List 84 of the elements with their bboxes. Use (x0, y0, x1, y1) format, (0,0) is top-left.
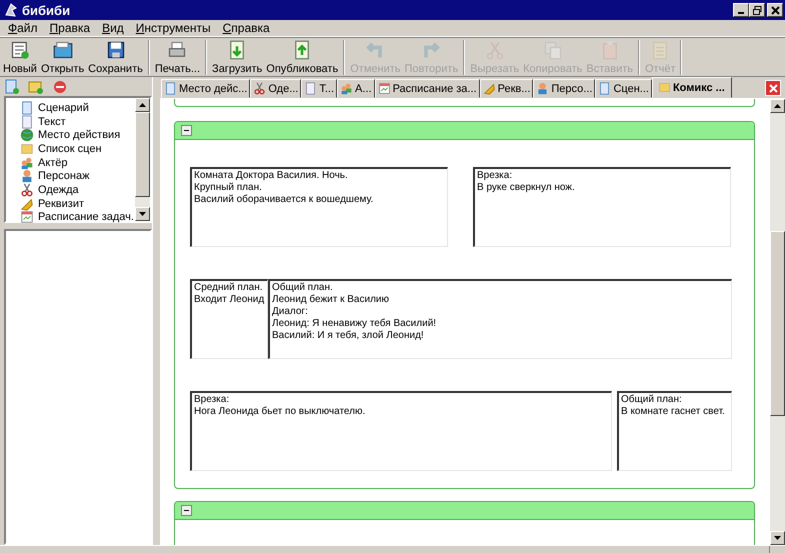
tab[interactable]: А... (337, 79, 375, 98)
document-icon (304, 82, 318, 95)
scroll-down-button[interactable] (770, 531, 785, 545)
tree-item[interactable]: Одежда (20, 183, 135, 197)
frame-text: Врезка: Нога Леонида бьет по выключателю. (194, 394, 366, 418)
tab[interactable]: Сцен... (595, 79, 652, 98)
tree-item[interactable]: Список сцен (20, 142, 135, 156)
copy-icon (542, 40, 563, 60)
globe-icon (20, 128, 34, 142)
tree-item[interactable]: Реквизит (20, 196, 135, 210)
menu-item[interactable]: Файл (2, 21, 44, 35)
tree-item[interactable]: Актёр (20, 156, 135, 170)
scroll-up-button[interactable] (135, 98, 150, 112)
window-title: бибиби (22, 2, 72, 18)
minimize-button[interactable] (733, 3, 749, 17)
scrollbar[interactable] (770, 99, 785, 545)
list-icon (658, 81, 671, 94)
scroll-thumb[interactable] (770, 231, 785, 416)
toolbar-button[interactable]: Открыть (38, 40, 86, 75)
menu-item[interactable]: Вид (96, 21, 130, 35)
menu-item[interactable]: Справка (216, 21, 276, 35)
frame-text: Общий план. Леонид бежит к Василию Диалог: Леонид: Я ненавижу тебя Василий! Василий: И я тебя, злой Леонид! (272, 282, 438, 342)
calendar-icon (378, 82, 391, 95)
close-button[interactable] (767, 3, 783, 17)
person-icon (20, 169, 34, 184)
frame-text: Комната Доктора Василия. Ночь. Крупный план. Василий оборачивается к вошедшему. (194, 170, 374, 206)
tree-item[interactable]: Текст (20, 114, 135, 128)
people-icon (20, 156, 34, 170)
script-icon (20, 100, 34, 115)
up-arrow-icon (774, 104, 781, 108)
document-icon (20, 114, 34, 129)
minimize-icon (738, 12, 744, 14)
person-icon (536, 82, 550, 95)
close-icon (768, 82, 778, 94)
tab[interactable]: Персо... (533, 79, 596, 98)
down-arrow-icon (139, 212, 146, 216)
frame-text: Общий план: В комнате гаснет свет. (621, 394, 726, 418)
tree-item[interactable]: Место действия (20, 128, 135, 142)
scroll-up-button[interactable] (770, 99, 785, 113)
scroll-thumb[interactable] (135, 112, 150, 197)
tab[interactable]: Расписание за... (374, 79, 480, 98)
people-icon (340, 82, 354, 95)
scissors-icon (20, 182, 34, 197)
scissors-icon (253, 82, 266, 95)
restore-button[interactable] (749, 3, 765, 17)
scrollbar[interactable] (135, 98, 150, 221)
tab[interactable]: Рекв... (480, 79, 534, 98)
frame-text: Врезка: В руке сверкнул нож. (477, 170, 576, 194)
redo-arrow-icon (421, 40, 442, 60)
app-icon (3, 2, 19, 18)
scroll-down-button[interactable] (135, 207, 150, 221)
folder-add-icon (28, 78, 44, 94)
tab[interactable]: Т... (301, 79, 338, 98)
tree-item[interactable]: Персонаж (20, 169, 135, 184)
tree-item[interactable]: Сценарий (20, 101, 135, 115)
folder-icon (52, 40, 73, 60)
remove-button[interactable] (51, 78, 68, 95)
close-tab-button[interactable] (765, 80, 781, 96)
new-document-icon (10, 40, 30, 60)
close-icon (770, 6, 780, 14)
printer-icon (167, 40, 188, 60)
tab[interactable]: Комикс ... (652, 77, 732, 98)
list-icon (20, 142, 34, 156)
toolbar-button[interactable]: Загрузить (210, 40, 264, 75)
toolbar-button[interactable]: Сохранить (86, 40, 145, 75)
toolbar-button[interactable]: Печать... (152, 40, 202, 75)
document-add-icon (4, 78, 20, 94)
tree-item[interactable]: Расписание задач. (20, 210, 135, 224)
menu-item[interactable]: Инструменты (130, 21, 217, 35)
script-icon (598, 82, 612, 95)
tab[interactable]: Место дейс... (161, 79, 250, 98)
collapse-toggle[interactable] (181, 505, 192, 516)
remove-icon (52, 78, 68, 94)
restore-icon (752, 6, 762, 14)
toolbar-button[interactable]: Опубликовать (264, 40, 340, 75)
tab[interactable]: Оде... (250, 79, 302, 98)
script-icon (164, 82, 177, 95)
down-arrow-icon (774, 536, 781, 540)
up-arrow-icon (139, 103, 146, 107)
menu-item[interactable]: Правка (44, 21, 96, 35)
add-document-button[interactable] (3, 78, 20, 95)
toolbar-button[interactable]: Новый (1, 40, 39, 75)
collapse-toggle[interactable] (181, 125, 192, 136)
frame-text: Средний план. Входит Леонид (194, 282, 265, 306)
